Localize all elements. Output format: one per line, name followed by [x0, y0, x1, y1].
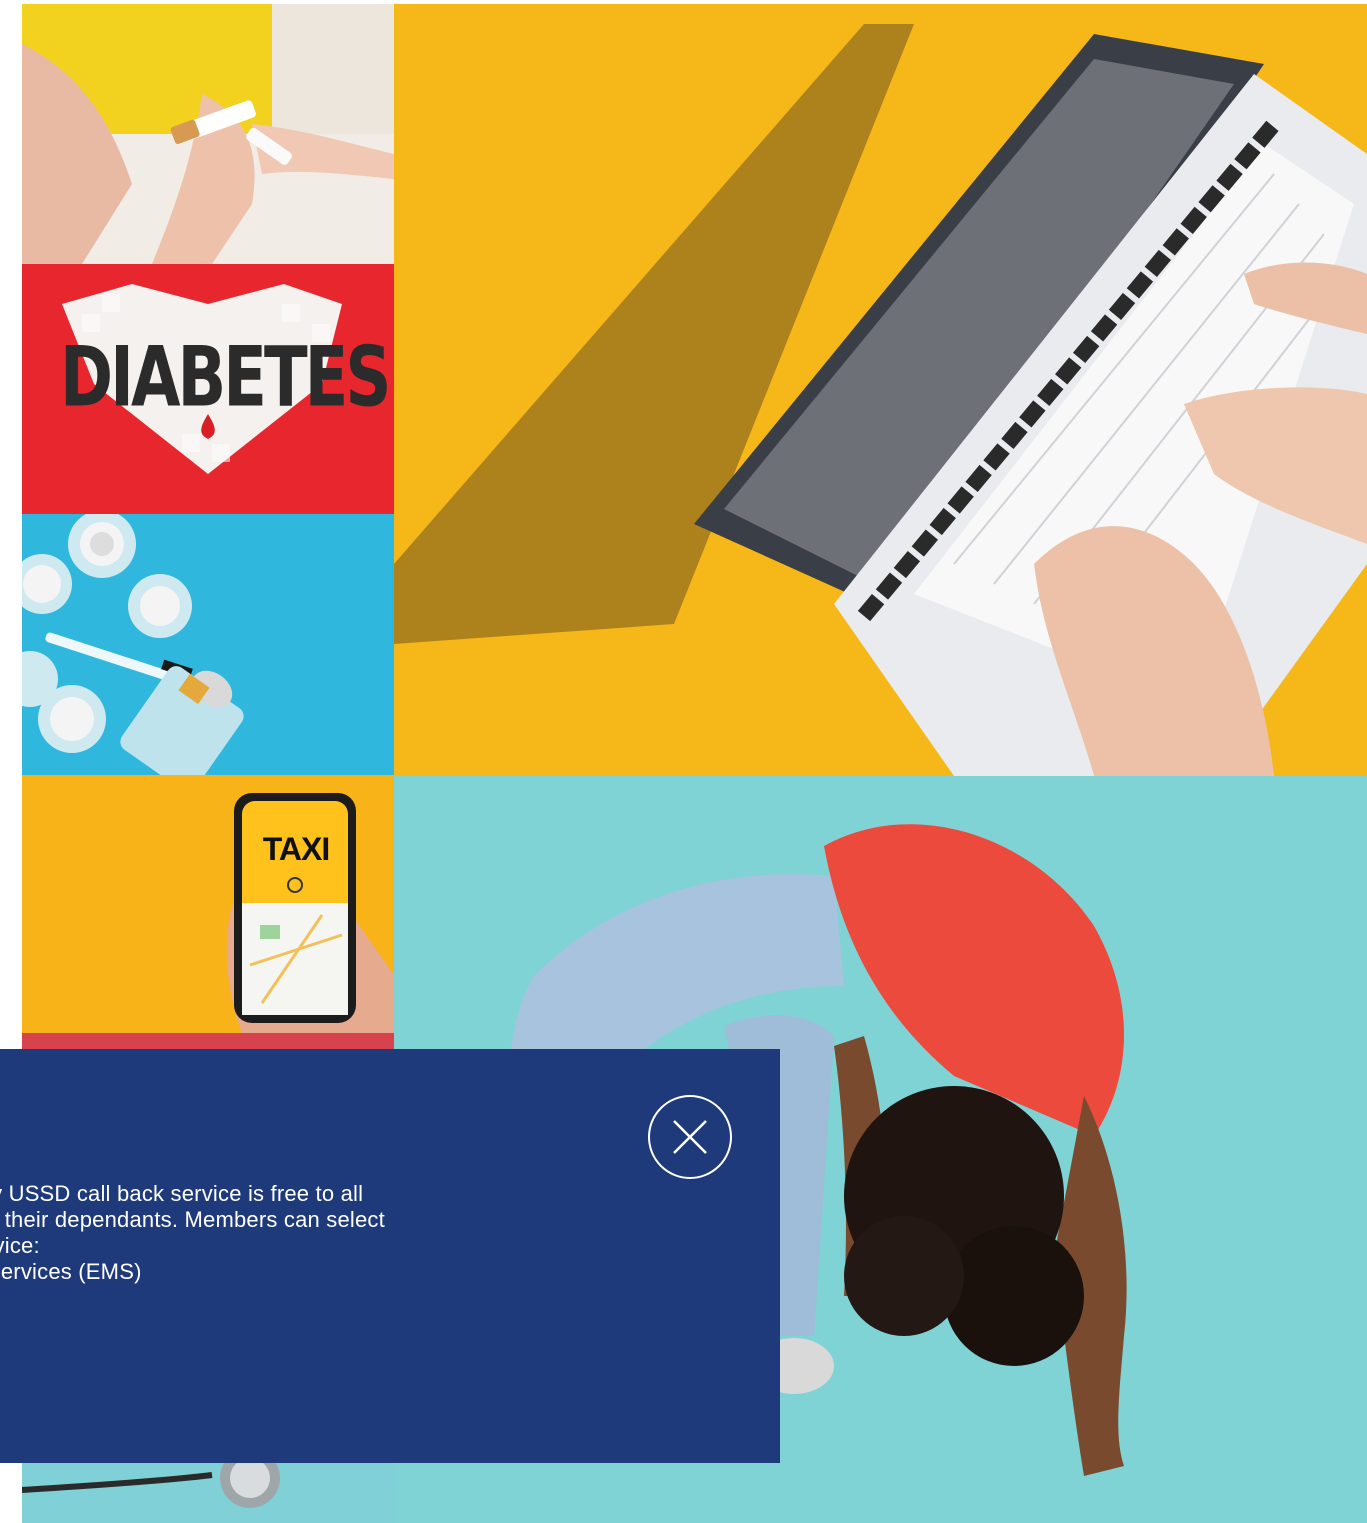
image-tile-diabetes: DIABETES: [22, 264, 394, 514]
modal-text-line: Services (EMS): [0, 1259, 142, 1284]
image-tile-laptop-typing: [394, 4, 1367, 776]
image-tile-quit-smoking: [22, 4, 394, 264]
modal-text-line: rvice:: [0, 1233, 40, 1258]
image-tile-vaccine-vials: [22, 514, 394, 775]
close-button[interactable]: [648, 1095, 732, 1179]
image-tile-taxi-app: TAXI: [22, 775, 394, 1033]
modal-text-line: d their dependants. Members can select: [0, 1207, 385, 1232]
close-icon: [673, 1120, 707, 1154]
modal-body-text: ly USSD call back service is free to all…: [0, 1181, 586, 1285]
taxi-label: TAXI: [262, 831, 331, 867]
modal-text-line: ly USSD call back service is free to all: [0, 1181, 364, 1206]
diabetes-word: DIABETES: [60, 330, 391, 427]
